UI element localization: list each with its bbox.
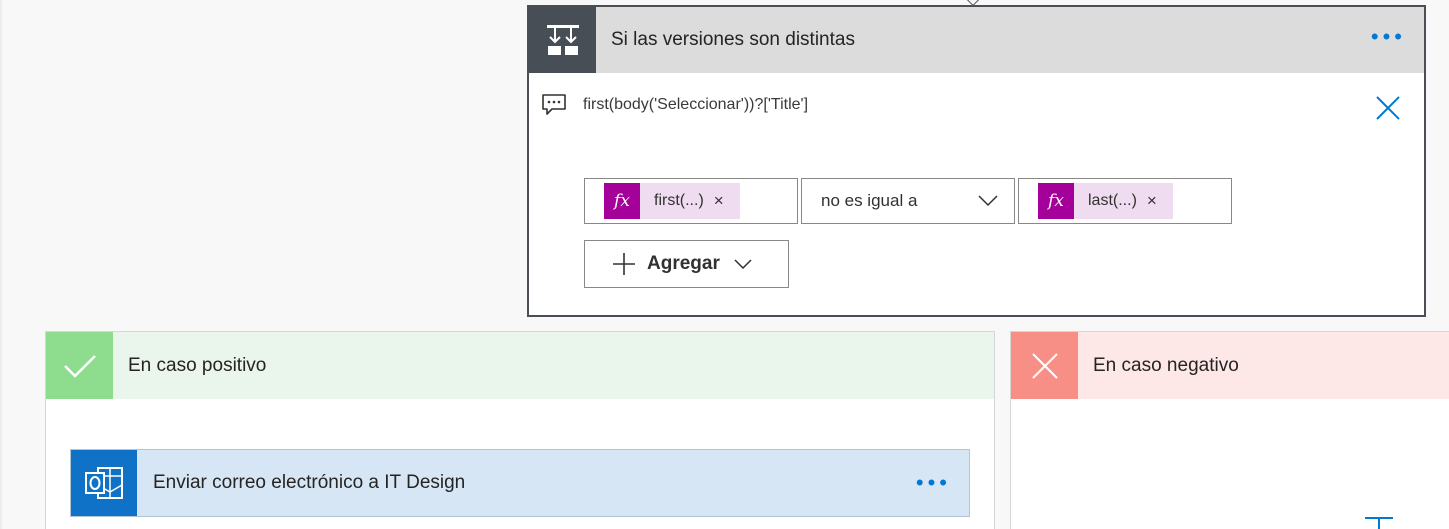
chevron-down-icon	[734, 259, 752, 269]
right-expression-token[interactable]: fx last(...) ×	[1038, 183, 1173, 219]
condition-more-button[interactable]: •••	[1371, 26, 1406, 48]
positive-branch-title: En caso positivo	[128, 354, 267, 376]
left-operand-field[interactable]: fx first(...) ×	[584, 178, 798, 224]
right-token-label: last(...)	[1088, 192, 1137, 209]
remove-left-token-button[interactable]: ×	[714, 191, 724, 211]
canvas-left-edge	[0, 0, 2, 529]
add-button-label: Agregar	[647, 253, 720, 274]
condition-header[interactable]: Si las versiones son distintas •••	[529, 7, 1424, 73]
left-expression-token[interactable]: fx first(...) ×	[604, 183, 740, 219]
action-title: Enviar correo electrónico a IT Design	[153, 472, 466, 493]
negative-branch: En caso negativo	[1010, 331, 1449, 529]
close-icon	[1011, 332, 1078, 399]
right-operand-field[interactable]: fx last(...) ×	[1018, 178, 1232, 224]
outlook-icon	[71, 450, 137, 516]
remove-right-token-button[interactable]: ×	[1147, 191, 1157, 211]
add-button[interactable]: Agregar	[584, 240, 789, 288]
fx-icon: fx	[604, 183, 640, 219]
positive-branch-header[interactable]: En caso positivo	[46, 332, 994, 399]
close-icon[interactable]	[1374, 94, 1402, 122]
condition-title: Si las versiones son distintas	[611, 29, 855, 50]
send-email-action-card[interactable]: Enviar correo electrónico a IT Design ••…	[70, 449, 970, 517]
expression-row: first(body('Seleccionar'))?['Title']	[541, 93, 808, 117]
left-token-label: first(...)	[654, 192, 704, 209]
condition-card: Si las versiones son distintas ••• first…	[527, 5, 1426, 317]
fx-icon: fx	[1038, 183, 1074, 219]
add-action-icon[interactable]	[1363, 512, 1403, 529]
negative-branch-header[interactable]: En caso negativo	[1011, 332, 1449, 399]
action-more-button[interactable]: •••	[916, 472, 951, 494]
operator-dropdown[interactable]: no es igual a	[801, 178, 1015, 224]
plus-icon	[613, 253, 635, 275]
negative-branch-title: En caso negativo	[1093, 354, 1239, 376]
comment-icon	[542, 94, 566, 115]
condition-row: fx first(...) × no es igual a fx last(..…	[584, 178, 1232, 224]
checkmark-icon	[46, 332, 113, 399]
expression-text[interactable]: first(body('Seleccionar'))?['Title']	[583, 96, 808, 114]
condition-icon	[529, 7, 596, 73]
operator-label: no es igual a	[821, 191, 918, 210]
positive-branch: En caso positivo Enviar correo electróni…	[45, 331, 995, 529]
chevron-down-icon	[978, 195, 998, 207]
